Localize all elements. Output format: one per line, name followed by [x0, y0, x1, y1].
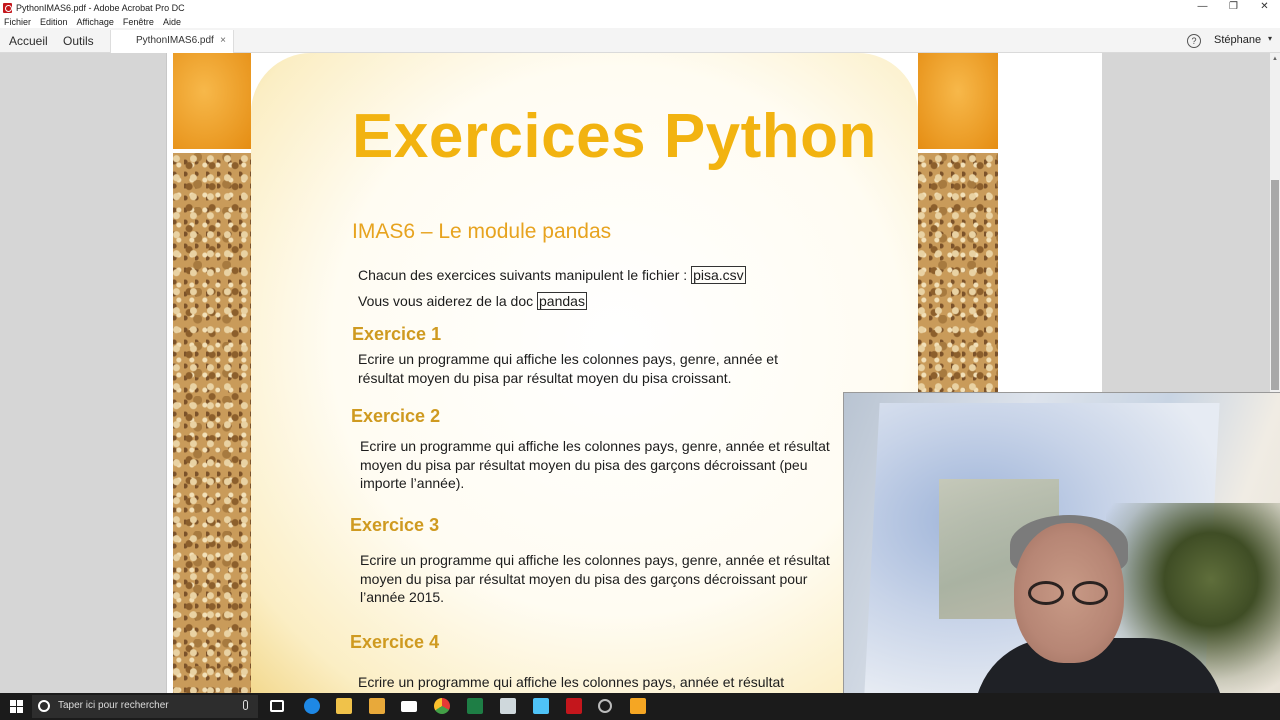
close-button[interactable]: ✕	[1249, 0, 1280, 15]
exercise-line: moyen du pisa par résultat moyen du pisa…	[360, 570, 808, 587]
notepad-icon[interactable]	[500, 698, 516, 714]
store-icon[interactable]	[369, 698, 385, 714]
sand-border-image	[173, 153, 251, 693]
exercise-line: importe l’année).	[360, 475, 465, 491]
close-tab-icon[interactable]: ×	[220, 30, 226, 52]
pisa-csv-link[interactable]: pisa.csv	[691, 266, 746, 284]
video-icon[interactable]	[630, 698, 646, 714]
scrollbar-thumb[interactable]	[1271, 180, 1279, 390]
menu-bar: Fichier Edition Affichage Fenêtre Aide	[0, 15, 1280, 28]
taskbar-search[interactable]: Taper ici pour rechercher	[32, 695, 258, 718]
windows-start-icon[interactable]	[10, 700, 23, 713]
acrobat-taskbar-icon[interactable]	[566, 698, 582, 714]
title-bar: PythonIMAS6.pdf - Adobe Acrobat Pro DC —…	[0, 0, 1280, 15]
pandas-doc-link[interactable]: pandas	[537, 292, 587, 310]
menu-aide[interactable]: Aide	[163, 17, 181, 27]
minimize-button[interactable]: —	[1187, 0, 1218, 15]
menu-edition[interactable]: Edition	[40, 17, 68, 27]
exercise-line: Ecrire un programme qui affiche les colo…	[360, 438, 830, 454]
intro-line-2: Vous vous aiderez de la doc pandas	[358, 292, 587, 310]
window-controls: — ❐ ✕	[1187, 0, 1280, 15]
acrobat-app-icon	[3, 2, 12, 13]
exercise-line: l’année 2015.	[360, 589, 445, 605]
exercise-heading: Exercice 2	[351, 406, 441, 426]
exercise-line: résultat moyen du pisa par résultat moye…	[358, 369, 732, 386]
edge-icon[interactable]	[304, 698, 320, 714]
media-icon[interactable]	[598, 699, 612, 713]
exercise-body: Ecrire un programme qui affiche les colo…	[358, 673, 784, 692]
sand-border-image	[918, 153, 998, 393]
mail-icon[interactable]	[401, 701, 417, 712]
task-view-icon[interactable]	[270, 700, 284, 712]
scroll-up-icon[interactable]: ▲	[1272, 56, 1278, 62]
exercise-line: Ecrire un programme qui affiche les colo…	[360, 552, 830, 568]
file-explorer-icon[interactable]	[336, 698, 352, 714]
exercise-heading: Exercice 1	[352, 324, 442, 344]
exercise-line: moyen du pisa par résultat moyen du pisa…	[360, 456, 808, 473]
exercise-body: Ecrire un programme qui affiche les colo…	[360, 551, 830, 607]
excel-icon[interactable]	[467, 698, 483, 714]
cortana-icon	[38, 700, 50, 712]
document-tab-label: PythonIMAS6.pdf	[136, 35, 214, 46]
tab-outils[interactable]: Outils	[63, 34, 94, 48]
document-title: Exercices Python	[352, 102, 877, 171]
window-title: PythonIMAS6.pdf - Adobe Acrobat Pro DC	[16, 2, 185, 13]
search-placeholder: Taper ici pour rechercher	[58, 700, 169, 711]
document-subtitle: IMAS6 – Le module pandas	[352, 220, 612, 243]
intro-text: Chacun des exercices suivants manipulent…	[358, 267, 692, 283]
menu-affichage[interactable]: Affichage	[77, 17, 114, 27]
webcam-overlay	[843, 392, 1280, 693]
exercise-line: Ecrire un programme qui affiche les colo…	[358, 351, 778, 367]
decorative-border-image	[918, 53, 998, 149]
tab-bar: Accueil Outils PythonIMAS6.pdf × ? Stéph…	[0, 28, 1280, 53]
exercise-heading: Exercice 4	[350, 632, 440, 652]
exercise-body: Ecrire un programme qui affiche les colo…	[360, 437, 830, 493]
menu-fenetre[interactable]: Fenêtre	[123, 17, 154, 27]
decorative-border-image	[173, 53, 251, 149]
page-margin	[998, 53, 1102, 393]
app-icon[interactable]	[533, 698, 549, 714]
user-account-menu[interactable]: Stéphane	[1214, 34, 1261, 46]
tab-accueil[interactable]: Accueil	[9, 34, 48, 48]
chevron-down-icon[interactable]: ▾	[1268, 34, 1272, 43]
exercise-body: Ecrire un programme qui affiche les colo…	[358, 350, 778, 387]
menu-fichier[interactable]: Fichier	[4, 17, 31, 27]
presenter-glasses	[1024, 581, 1114, 607]
taskbar: Taper ici pour rechercher	[0, 693, 1280, 720]
intro-text: Vous vous aiderez de la doc	[358, 293, 538, 309]
chrome-icon[interactable]	[434, 698, 450, 714]
intro-line-1: Chacun des exercices suivants manipulent…	[358, 266, 746, 284]
restore-button[interactable]: ❐	[1218, 0, 1249, 15]
exercise-line: Ecrire un programme qui affiche les colo…	[358, 674, 785, 690]
microphone-icon[interactable]	[243, 700, 248, 710]
tab-document[interactable]: PythonIMAS6.pdf ×	[110, 30, 234, 53]
help-icon[interactable]: ?	[1187, 34, 1201, 48]
exercise-heading: Exercice 3	[350, 515, 440, 535]
